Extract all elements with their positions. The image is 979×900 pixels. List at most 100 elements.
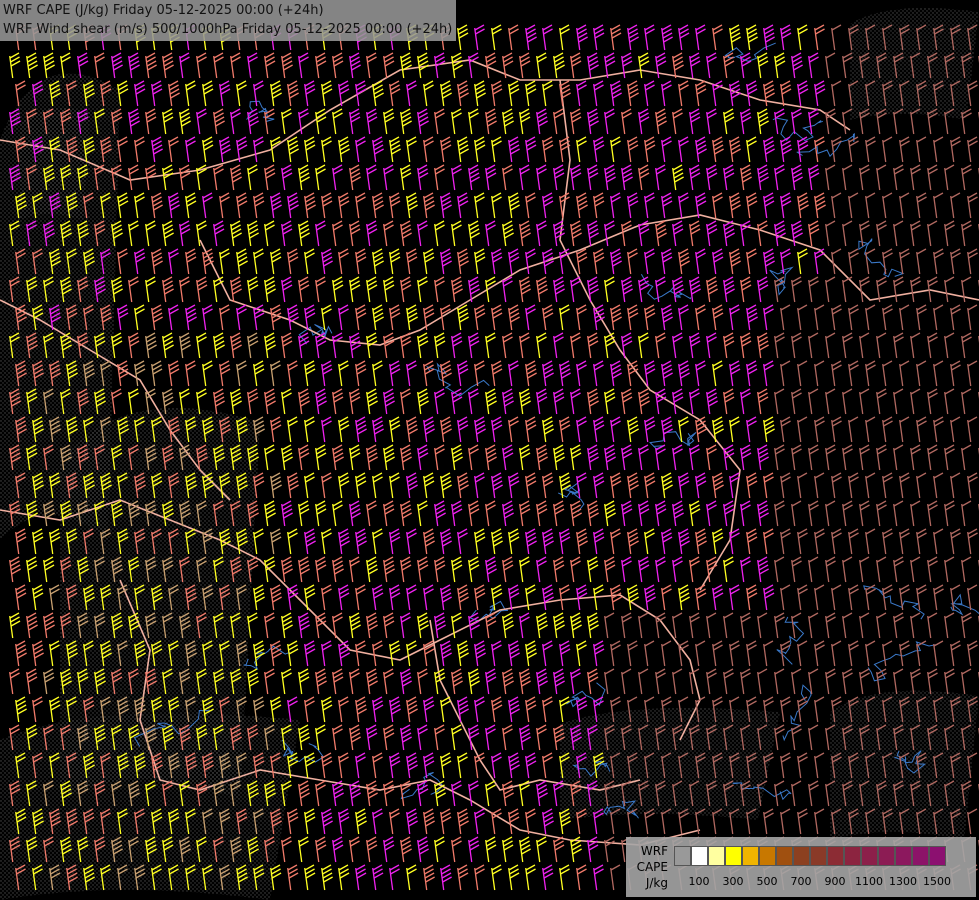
wind-barb (678, 640, 689, 667)
wind-barb (882, 472, 893, 499)
wind-barb (899, 360, 910, 387)
wind-barb (610, 80, 622, 107)
wind-barb (865, 528, 876, 555)
wind-barb (491, 136, 502, 163)
wind-barb (321, 360, 333, 387)
wind-barb (678, 584, 690, 611)
wind-barb (638, 388, 650, 415)
wind-barb (372, 752, 383, 779)
wind-barb (457, 248, 469, 275)
wind-barb (638, 612, 649, 639)
wind-barb (185, 360, 196, 387)
wind-barb (519, 780, 530, 807)
wind-barb (423, 360, 435, 387)
wind-barb (474, 808, 485, 835)
wind-barb (757, 108, 769, 135)
wind-barb (15, 528, 27, 555)
wind-barb (383, 556, 395, 583)
wind-barb (525, 136, 537, 163)
wind-barb (723, 668, 734, 695)
wind-barb (219, 360, 231, 387)
wind-barb (604, 444, 616, 471)
wind-barb (338, 360, 349, 387)
wind-barb (899, 136, 910, 163)
wind-barb (831, 80, 842, 107)
wind-barb (383, 668, 394, 695)
legend-unit-label: J/kg (645, 876, 668, 890)
wind-barb (519, 332, 530, 359)
wind-barb (434, 220, 445, 247)
wind-barb (372, 472, 383, 499)
wind-barb (757, 556, 769, 583)
river-line (243, 645, 291, 670)
wind-barb (672, 612, 683, 639)
wind-barb (451, 332, 463, 359)
wind-barb (570, 668, 581, 695)
wind-barb (366, 556, 378, 583)
wind-barb (281, 668, 292, 695)
wind-barb (508, 808, 520, 835)
wind-barb (332, 500, 343, 527)
wind-barb (808, 444, 819, 471)
wind-barb (196, 276, 208, 303)
wind-barb (831, 360, 842, 387)
wind-barb (644, 416, 656, 443)
wind-barb (264, 220, 275, 247)
wind-barb (950, 136, 961, 163)
wind-barb (196, 52, 207, 79)
river-line (649, 431, 697, 450)
wind-barb (270, 136, 281, 163)
wind-barb (281, 836, 292, 863)
wind-barb (927, 276, 938, 303)
wind-barb (349, 668, 360, 695)
wind-barb (910, 444, 921, 471)
wind-barb (253, 80, 264, 107)
wind-barb (389, 192, 401, 219)
wind-barb (111, 52, 123, 79)
wind-barb (355, 584, 366, 611)
wind-barb (457, 472, 469, 499)
wind-barb (672, 556, 683, 583)
wind-barb (604, 556, 616, 583)
wind-barb (502, 388, 514, 415)
wind-barb (185, 304, 197, 331)
wind-barb (593, 24, 605, 51)
wind-barb (706, 164, 718, 191)
wind-barb (627, 136, 639, 163)
wind-barb (519, 724, 531, 751)
wind-barb (519, 500, 531, 527)
wind-barb (338, 416, 350, 443)
wind-barb (321, 808, 333, 835)
wind-barb (508, 24, 519, 51)
wind-barb (689, 500, 701, 527)
cape-legend: WRF CAPE J/kg 100 300 500 700 900 1100 1300 150… (626, 837, 976, 897)
wind-barb (672, 668, 683, 695)
wind-barb (542, 248, 554, 275)
wind-barb (780, 472, 791, 499)
wind-barb (950, 640, 961, 667)
wind-barb (270, 640, 282, 667)
wind-barb (627, 416, 639, 443)
legend-tick-label: 1100 (855, 875, 883, 888)
wind-barb (372, 864, 384, 891)
wind-barb (729, 360, 741, 387)
wind-barb (593, 248, 605, 275)
wind-barb (372, 528, 383, 555)
wind-barb (570, 332, 581, 359)
wind-barb (179, 276, 190, 303)
wind-barb (355, 360, 367, 387)
wind-barb (417, 724, 428, 751)
wind-barb (423, 136, 434, 163)
wind-barb (434, 164, 445, 191)
wind-barb (417, 276, 428, 303)
legend-swatch (776, 846, 793, 866)
wind-barb (644, 192, 655, 219)
wind-barb (417, 52, 429, 79)
wind-barb (474, 472, 485, 499)
wind-barb (525, 528, 537, 555)
wind-barb (689, 164, 701, 191)
country-border (0, 59, 851, 181)
wind-barb (151, 248, 163, 275)
wind-barb (366, 388, 378, 415)
wind-barb (338, 192, 350, 219)
